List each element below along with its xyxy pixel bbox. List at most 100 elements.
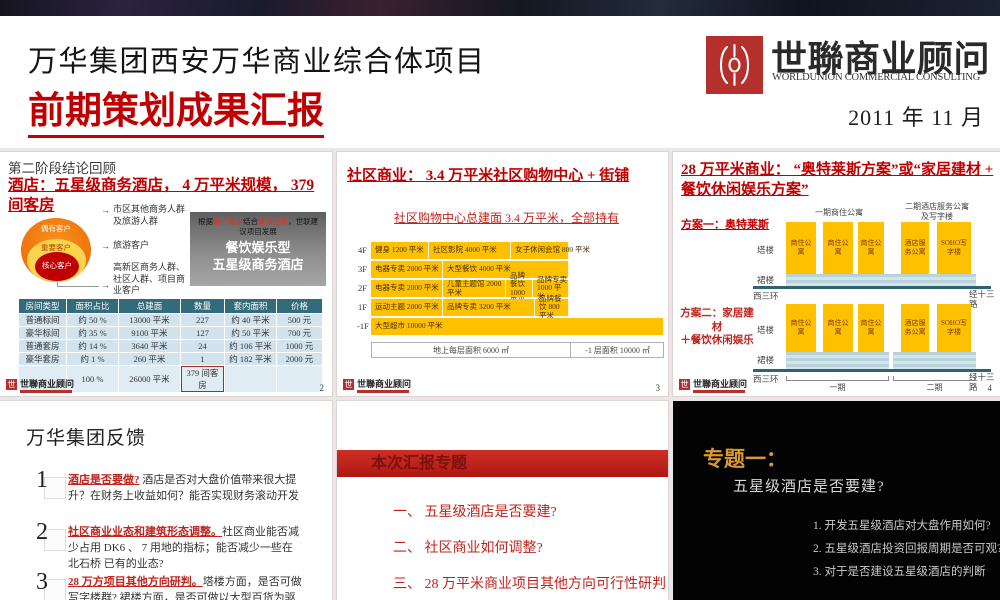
item-number: 2: [36, 519, 48, 545]
worldunion-logo-icon: [706, 36, 763, 94]
slide-thumbnail-1[interactable]: 第二阶段结论回顾 酒店：五星级商务酒店， 4 万平米规模， 379 间客房 偶有…: [0, 152, 332, 396]
annotation-3: 高新区商务人群、社区人群、项目商业客户: [113, 262, 186, 296]
topic1-question: 2. 五星级酒店投资回报周期是否可观?: [813, 543, 1000, 555]
feedback-item: 酒店是否要做? 酒店是否对大盘价值带来很大提升？在财务上收益如何？能否实现财务滚…: [68, 474, 299, 502]
col-header: 套内面积: [224, 298, 277, 314]
topics-banner-title: 本次汇报专题: [371, 455, 468, 472]
tower: 商住公寓: [786, 304, 816, 352]
dimension-bracket: 地上每层面积 6000 ㎡ -1 层面积 10000 ㎡: [371, 342, 664, 358]
tower-label: 塔楼: [757, 245, 775, 255]
recommendation-lead: 根据客户需求结合竞争分析，世联建议项目发展: [198, 217, 318, 237]
podium-label: 裙楼: [757, 275, 775, 285]
footer-logo: 世 世聯商业顾问: [343, 379, 411, 393]
tower: SOHO写字楼: [937, 222, 971, 274]
dimension-right-label: -1 层面积 10000 ㎡: [585, 346, 650, 355]
floor-row: 1F 运动主题 2000 平米 品牌专卖 3200 平米 品牌餐饮 800 平米: [357, 295, 664, 319]
page-number: 3: [655, 383, 661, 393]
table-row: 普通套房约 14 % 3640 平米 24 约 106 平米 1000 元: [18, 339, 323, 353]
col-header: 房间类型: [18, 298, 67, 314]
footer-logo-icon: 世: [679, 379, 690, 390]
circle-label-middle: 重要客户: [41, 243, 71, 252]
scheme2-label: 方案二：家居建材 ＋餐饮休闲娱乐: [680, 308, 754, 347]
recommendation-main: 餐饮娱乐型 五星级商务酒店: [212, 240, 304, 273]
tower: 商住公寓: [786, 222, 816, 274]
road-left-label: 西三环: [753, 374, 779, 384]
slide4-title: 万华集团反馈: [26, 428, 147, 449]
report-date: 2011 年 11 月: [848, 105, 984, 130]
tower: 商住公寓: [823, 304, 853, 352]
footer-logo-bar: [693, 390, 745, 393]
col-header: 总建面: [118, 298, 181, 314]
project-title: 万华集团西安万华商业综合体项目: [28, 46, 486, 78]
slide1-kicker: 第二阶段结论回顾: [8, 161, 116, 176]
footer-logo-bar: [357, 390, 409, 393]
road-right-label: 经十三路: [969, 289, 995, 309]
phase2-tag: 二期: [926, 383, 943, 392]
podium-phase1: [786, 352, 889, 369]
footer-logo: 世 世聯商业顾问: [679, 379, 747, 393]
footer-logo-icon: 世: [343, 379, 354, 390]
report-title: 前期策划成果汇报: [28, 80, 324, 138]
tower: SOHO写字楼: [937, 304, 971, 352]
podium-phase2: [893, 352, 976, 369]
phase1-tag: 一期: [829, 383, 846, 392]
floor-row: -1F 大型超市 10000 平米: [357, 318, 664, 335]
phase2-bracket: [893, 376, 976, 381]
tower: 商住公寓: [858, 304, 884, 352]
topic-item: 二、 社区商业如何调整?: [393, 541, 543, 556]
col-header: 面积占比: [66, 298, 119, 314]
arrow-icon: →: [101, 280, 110, 290]
table-header-row: 房间类型 面积占比 总建面 数量 套内面积 价格: [18, 298, 323, 314]
feedback-item: 社区商业业态和建筑形态调整。社区商业能否减少占用 DK6 、 7 用地的指标；能…: [68, 526, 299, 570]
tower: 商住公寓: [823, 222, 853, 274]
logo-name-en: WORLDUNION COMMERCIAL CONSULTING: [772, 72, 981, 83]
topic1-kicker: 专题一：: [703, 447, 787, 471]
slide-thumbnail-5[interactable]: 本次汇报专题 一、 五星级酒店是否要建? 二、 社区商业如何调整? 三、 28 …: [337, 401, 668, 600]
total-rooms-highlight: 379 间客房: [181, 366, 224, 392]
item-number: 1: [36, 467, 48, 493]
footer-logo-icon: 世: [6, 379, 17, 390]
topic1-question: 1. 开发五星级酒店对大盘作用如何?: [813, 520, 991, 532]
feedback-item: 28 万方项目其他方向研判。塔楼方面，是否可做写字楼群? 裙楼方面，是否可做以大…: [68, 576, 302, 600]
slide2-title: 社区商业： 3.4 万平米社区购物中心 + 街铺: [347, 168, 630, 184]
annotation-1: 市区其他商务人群及旅游人群: [113, 204, 186, 226]
page-number: 2: [319, 383, 325, 393]
recommendation-box: 根据客户需求结合竞争分析，世联建议项目发展 餐饮娱乐型 五星级商务酒店: [190, 212, 326, 286]
phase2-caption: 二期酒店服务公寓及写字楼: [905, 202, 969, 221]
tower-label: 塔楼: [757, 325, 775, 335]
table-row: 普通标间约 50 % 13000 平米 227 约 40 平米 500 元: [18, 313, 323, 327]
podium-label: 裙楼: [757, 355, 775, 365]
ground-line: [753, 369, 991, 372]
ground-line: [753, 286, 991, 289]
arrow-icon: →: [101, 205, 110, 215]
header-photo-strip: [0, 0, 1000, 16]
tower: 酒店服务公寓: [901, 304, 929, 352]
circle-label-outer: 偶有客户: [41, 224, 71, 233]
footer-logo: 世 世聯商业顾问: [6, 379, 74, 393]
slide-thumbnail-4[interactable]: 万华集团反馈 1 酒店是否要做? 酒店是否对大盘价值带来很大提升？在财务上收益如…: [0, 401, 332, 600]
topics-banner: 本次汇报专题: [337, 450, 668, 477]
slide-thumbnail-2[interactable]: 社区商业： 3.4 万平米社区购物中心 + 街铺 社区购物中心总建面 3.4 万…: [337, 152, 668, 396]
topic-item: 一、 五星级酒店是否要建?: [393, 505, 557, 520]
floor-row: 4F 健身 1200 平米 社区影院 4000 平米 女子休闲会馆 800 平米: [357, 242, 664, 259]
tower: 商住公寓: [858, 222, 884, 274]
item-number: 3: [36, 569, 48, 595]
circle-label-core: 核心客户: [42, 261, 72, 270]
arrow-icon: →: [101, 241, 110, 251]
footer-logo-bar: [20, 390, 72, 393]
slide2-subtitle: 社区购物中心总建面 3.4 万平米，全部持有: [394, 211, 620, 225]
presentation-overview: 万华集团西安万华商业综合体项目 前期策划成果汇报 世聯商业顾问 WORLDUNI…: [0, 0, 1000, 600]
annotation-2: 旅游客户: [113, 240, 150, 250]
phase1-bracket: [786, 376, 889, 381]
scheme1-label: 方案一：奥特莱斯: [681, 219, 769, 231]
slide-thumbnail-6[interactable]: 专题一： 五星级酒店是否要建? 1. 开发五星级酒店对大盘作用如何? 2. 五星…: [673, 401, 1000, 600]
page-number: 4: [987, 383, 993, 393]
floor-row: 2F 电器专卖 2000 平米 儿童主题馆 2000 平米 品牌餐饮 1000 …: [358, 271, 569, 304]
table-row: 豪华套房约 1 % 260 平米 1 约 182 平米 2000 元: [18, 352, 323, 366]
dimension-left-label: 地上每层面积 6000 ㎡: [433, 346, 509, 355]
connector-line: [57, 282, 99, 287]
road-left-label: 西三环: [753, 291, 779, 301]
topic-item: 三、 28 万平米商业项目其他方向可行性研判: [393, 577, 666, 592]
slide-thumbnail-3[interactable]: 28 万平米商业： “奥特莱斯方案”或“家居建材 + 餐饮休闲娱乐方案” 方案一…: [673, 152, 1000, 396]
mall-floor-diagram: 4F 健身 1200 平米 社区影院 4000 平米 女子休闲会馆 800 平米…: [357, 242, 664, 337]
